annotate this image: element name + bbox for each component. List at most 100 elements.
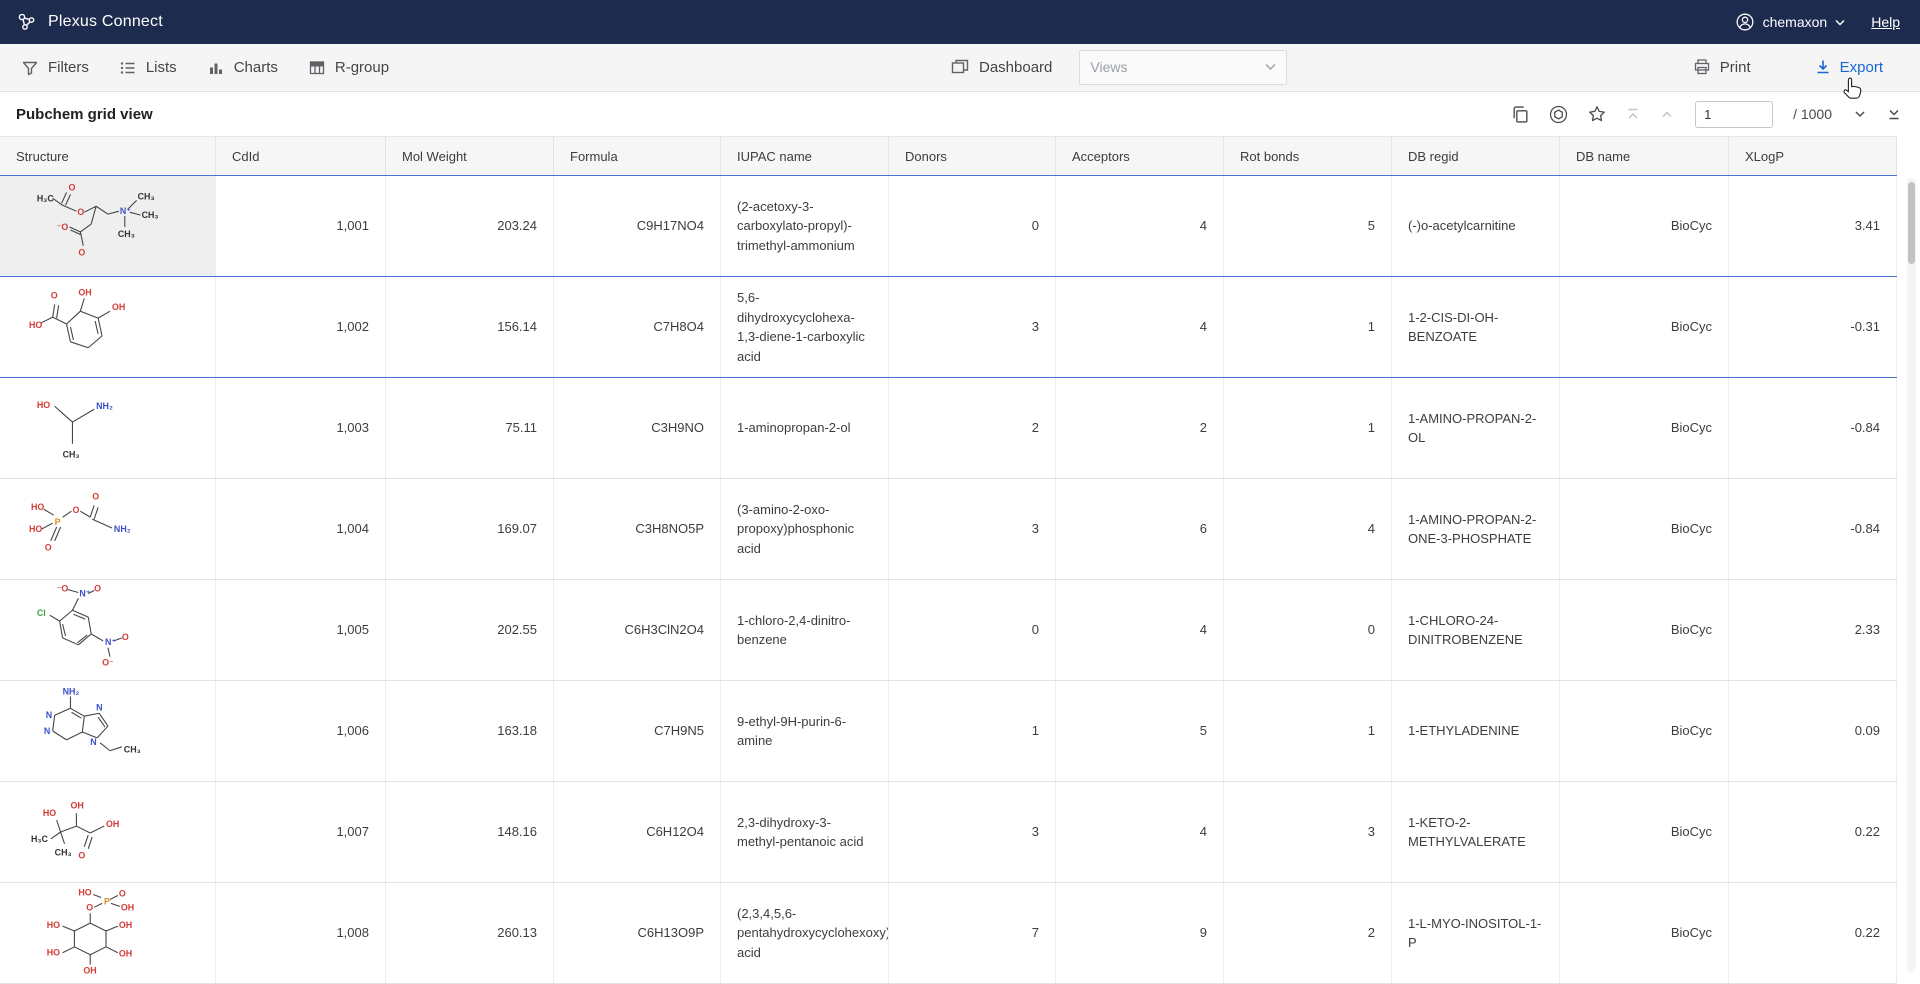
cell-db_regid[interactable]: 1-L-MYO-INOSITOL-1-P bbox=[1392, 883, 1560, 983]
cell-donors[interactable]: 3 bbox=[889, 479, 1056, 579]
cell-iupac[interactable]: 1-chloro-2,4-dinitro-benzene bbox=[721, 580, 889, 680]
structure-cell[interactable]: OHOHOHO bbox=[0, 277, 216, 377]
charts-button[interactable]: Charts bbox=[192, 45, 293, 91]
cell-rot_bonds[interactable]: 1 bbox=[1224, 681, 1392, 781]
column-header-cdid[interactable]: CdId bbox=[216, 137, 386, 175]
table-row[interactable]: OHOHOHO1,002156.14C7H8O45,6-dihydroxycyc… bbox=[0, 277, 1897, 378]
table-row[interactable]: HONH₂CH₃1,00375.11C3H9NO1-aminopropan-2-… bbox=[0, 378, 1897, 479]
filters-button[interactable]: Filters bbox=[6, 45, 104, 91]
cell-db_name[interactable]: BioCyc bbox=[1560, 681, 1729, 781]
cell-db_name[interactable]: BioCyc bbox=[1560, 277, 1729, 377]
cell-mol_weight[interactable]: 203.24 bbox=[386, 176, 554, 276]
cell-xlogp[interactable]: -0.31 bbox=[1729, 277, 1897, 377]
previous-record-button[interactable] bbox=[1659, 106, 1675, 122]
column-header-donors[interactable]: Donors bbox=[889, 137, 1056, 175]
cell-rot_bonds[interactable]: 5 bbox=[1224, 176, 1392, 276]
cell-rot_bonds[interactable]: 1 bbox=[1224, 277, 1392, 377]
vertical-scrollbar[interactable] bbox=[1907, 178, 1916, 972]
cell-iupac[interactable]: (3-amino-2-oxo-propoxy)phosphonic acid bbox=[721, 479, 889, 579]
cell-acceptors[interactable]: 2 bbox=[1056, 378, 1224, 478]
cell-acceptors[interactable]: 4 bbox=[1056, 176, 1224, 276]
cell-formula[interactable]: C6H13O9P bbox=[554, 883, 721, 983]
cell-db_regid[interactable]: 1-AMINO-PROPAN-2-OL bbox=[1392, 378, 1560, 478]
cell-donors[interactable]: 3 bbox=[889, 277, 1056, 377]
cell-db_name[interactable]: BioCyc bbox=[1560, 378, 1729, 478]
cell-xlogp[interactable]: 0.22 bbox=[1729, 782, 1897, 882]
column-header-mol_weight[interactable]: Mol Weight bbox=[386, 137, 554, 175]
cell-donors[interactable]: 2 bbox=[889, 378, 1056, 478]
cell-mol_weight[interactable]: 75.11 bbox=[386, 378, 554, 478]
cell-rot_bonds[interactable]: 2 bbox=[1224, 883, 1392, 983]
structure-cell[interactable]: HONH₂CH₃ bbox=[0, 378, 216, 478]
help-link[interactable]: Help bbox=[1871, 14, 1900, 30]
dashboard-button[interactable]: Dashboard bbox=[935, 44, 1067, 90]
favorite-star-button[interactable] bbox=[1587, 104, 1607, 124]
cell-db_regid[interactable]: (-)o-acetylcarnitine bbox=[1392, 176, 1560, 276]
cell-mol_weight[interactable]: 202.55 bbox=[386, 580, 554, 680]
cell-iupac[interactable]: (2-acetoxy-3-carboxylato-propyl)-trimeth… bbox=[721, 176, 889, 276]
cell-formula[interactable]: C3H9NO bbox=[554, 378, 721, 478]
export-button[interactable]: Export bbox=[1800, 44, 1898, 90]
cell-acceptors[interactable]: 9 bbox=[1056, 883, 1224, 983]
cell-formula[interactable]: C3H8NO5P bbox=[554, 479, 721, 579]
cell-db_name[interactable]: BioCyc bbox=[1560, 782, 1729, 882]
cell-donors[interactable]: 1 bbox=[889, 681, 1056, 781]
user-menu[interactable]: chemaxon bbox=[1735, 12, 1846, 32]
cell-mol_weight[interactable]: 169.07 bbox=[386, 479, 554, 579]
column-header-rot_bonds[interactable]: Rot bonds bbox=[1224, 137, 1392, 175]
cell-db_name[interactable]: BioCyc bbox=[1560, 479, 1729, 579]
first-record-button[interactable] bbox=[1625, 106, 1641, 122]
cell-cdid[interactable]: 1,002 bbox=[216, 277, 386, 377]
cell-db_name[interactable]: BioCyc bbox=[1560, 580, 1729, 680]
scrollbar-thumb[interactable] bbox=[1908, 182, 1915, 264]
cell-iupac[interactable]: (2,3,4,5,6-pentahydroxycyclohexoxy)phosp… bbox=[721, 883, 889, 983]
cell-xlogp[interactable]: 3.41 bbox=[1729, 176, 1897, 276]
structure-cell[interactable]: HOHOPOOONH₂ bbox=[0, 479, 216, 579]
cell-mol_weight[interactable]: 260.13 bbox=[386, 883, 554, 983]
cell-formula[interactable]: C6H12O4 bbox=[554, 782, 721, 882]
column-header-formula[interactable]: Formula bbox=[554, 137, 721, 175]
structure-search-button[interactable] bbox=[1548, 104, 1569, 125]
column-header-acceptors[interactable]: Acceptors bbox=[1056, 137, 1224, 175]
column-header-db_regid[interactable]: DB regid bbox=[1392, 137, 1560, 175]
cell-xlogp[interactable]: -0.84 bbox=[1729, 378, 1897, 478]
structure-cell[interactable]: H₃CCH₃HOOHOOH bbox=[0, 782, 216, 882]
cell-formula[interactable]: C9H17NO4 bbox=[554, 176, 721, 276]
cell-iupac[interactable]: 2,3-dihydroxy-3-methyl-pentanoic acid bbox=[721, 782, 889, 882]
column-header-xlogp[interactable]: XLogP bbox=[1729, 137, 1897, 175]
cell-xlogp[interactable]: 2.33 bbox=[1729, 580, 1897, 680]
cell-acceptors[interactable]: 4 bbox=[1056, 580, 1224, 680]
structure-cell[interactable]: H₃COON⁺CH₃CH₃CH₃⁻OO bbox=[0, 176, 216, 276]
cell-mol_weight[interactable]: 163.18 bbox=[386, 681, 554, 781]
cell-db_regid[interactable]: 1-KETO-2-METHYLVALERATE bbox=[1392, 782, 1560, 882]
cell-xlogp[interactable]: -0.84 bbox=[1729, 479, 1897, 579]
copy-view-button[interactable] bbox=[1511, 105, 1530, 124]
cell-db_regid[interactable]: 1-2-CIS-DI-OH-BENZOATE bbox=[1392, 277, 1560, 377]
cell-xlogp[interactable]: 0.09 bbox=[1729, 681, 1897, 781]
column-header-structure[interactable]: Structure bbox=[0, 137, 216, 175]
cell-iupac[interactable]: 5,6-dihydroxycyclohexa-1,3-diene-1-carbo… bbox=[721, 277, 889, 377]
next-record-button[interactable] bbox=[1852, 106, 1868, 122]
cell-rot_bonds[interactable]: 0 bbox=[1224, 580, 1392, 680]
cell-donors[interactable]: 7 bbox=[889, 883, 1056, 983]
cell-iupac[interactable]: 9-ethyl-9H-purin-6-amine bbox=[721, 681, 889, 781]
cell-rot_bonds[interactable]: 3 bbox=[1224, 782, 1392, 882]
structure-cell[interactable]: NNNNNH₂CH₃ bbox=[0, 681, 216, 781]
cell-xlogp[interactable]: 0.22 bbox=[1729, 883, 1897, 983]
views-select[interactable]: Views bbox=[1079, 50, 1287, 85]
cell-acceptors[interactable]: 5 bbox=[1056, 681, 1224, 781]
record-number-input[interactable] bbox=[1695, 101, 1773, 128]
column-header-iupac[interactable]: IUPAC name bbox=[721, 137, 889, 175]
cell-acceptors[interactable]: 4 bbox=[1056, 782, 1224, 882]
cell-donors[interactable]: 0 bbox=[889, 176, 1056, 276]
cell-cdid[interactable]: 1,006 bbox=[216, 681, 386, 781]
cell-rot_bonds[interactable]: 4 bbox=[1224, 479, 1392, 579]
cell-formula[interactable]: C7H8O4 bbox=[554, 277, 721, 377]
table-row[interactable]: ClN⁺O⁻ON⁺OO⁻1,005202.55C6H3ClN2O41-chlor… bbox=[0, 580, 1897, 681]
cell-db_regid[interactable]: 1-AMINO-PROPAN-2-ONE-3-PHOSPHATE bbox=[1392, 479, 1560, 579]
cell-rot_bonds[interactable]: 1 bbox=[1224, 378, 1392, 478]
table-row[interactable]: H₃COON⁺CH₃CH₃CH₃⁻OO1,001203.24C9H17NO4(2… bbox=[0, 176, 1897, 277]
table-row[interactable]: HOHOPOOONH₂1,004169.07C3H8NO5P(3-amino-2… bbox=[0, 479, 1897, 580]
cell-donors[interactable]: 3 bbox=[889, 782, 1056, 882]
column-header-db_name[interactable]: DB name bbox=[1560, 137, 1729, 175]
